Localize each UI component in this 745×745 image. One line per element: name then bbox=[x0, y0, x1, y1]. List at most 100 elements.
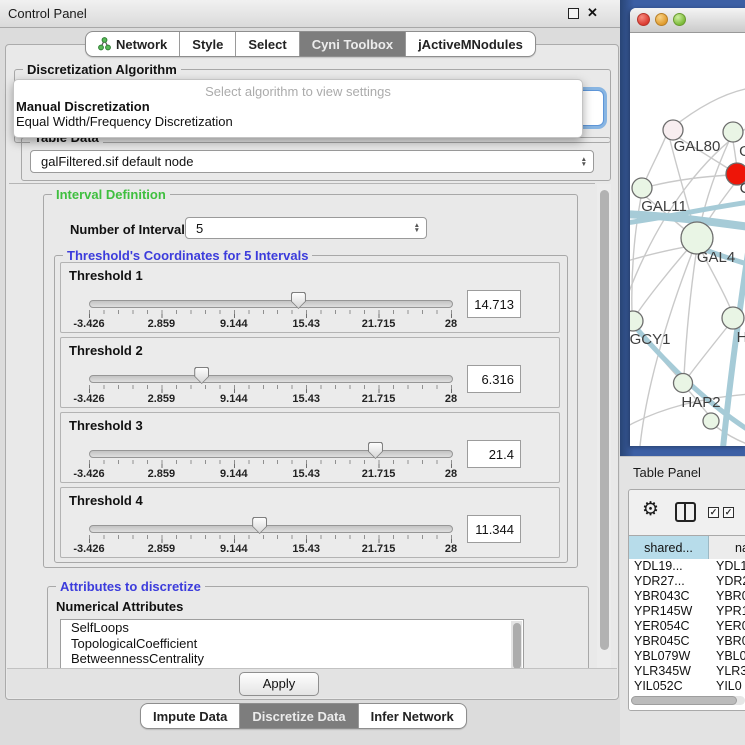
minimize-traffic-light-icon[interactable] bbox=[655, 13, 668, 26]
tab-impute-data[interactable]: Impute Data bbox=[141, 704, 239, 728]
table-cell: YDR2 bbox=[708, 574, 745, 589]
apply-bar: Apply bbox=[7, 668, 617, 698]
threshold-value-field[interactable]: 11.344 bbox=[467, 515, 521, 543]
table-row[interactable]: YBL079WYBL0 bbox=[629, 649, 745, 664]
network-node-h[interactable] bbox=[722, 307, 744, 329]
gear-icon[interactable]: ⚙ bbox=[642, 498, 659, 520]
network-node-hap2[interactable] bbox=[674, 374, 693, 393]
settings-scroll-viewport: Interval Definition Number of Intervals … bbox=[9, 183, 595, 670]
column-header-2[interactable]: na... bbox=[709, 536, 745, 559]
tab-jactivemnodules[interactable]: jActiveMNodules bbox=[405, 32, 535, 56]
discretization-algorithm-group-title: Discretization Algorithm bbox=[23, 62, 181, 77]
table-row[interactable]: YPR145WYPR1 bbox=[629, 604, 745, 619]
network-node-gcy1[interactable] bbox=[630, 311, 643, 331]
stepper-icon: ▲▼ bbox=[581, 157, 587, 167]
tab-infer-network[interactable]: Infer Network bbox=[358, 704, 466, 728]
network-canvas[interactable]: GAL80GCGAL11GAL4GCY1HHAP2 bbox=[630, 33, 745, 446]
table-row[interactable]: YIL052CYIL0 bbox=[629, 679, 745, 694]
slider-scale: -3.4262.8599.14415.4321.71528 bbox=[89, 468, 451, 480]
network-node[interactable] bbox=[703, 413, 719, 429]
tab-label: Cyni Toolbox bbox=[312, 37, 393, 52]
table-horizontal-scrollbar[interactable] bbox=[631, 696, 745, 705]
interval-definition-group: Interval Definition Number of Intervals … bbox=[43, 194, 578, 568]
checkbox-icon[interactable]: ✓ bbox=[723, 507, 734, 518]
network-edge[interactable] bbox=[715, 426, 745, 445]
tab-style[interactable]: Style bbox=[179, 32, 235, 56]
table-row[interactable]: YBR045CYBR0 bbox=[629, 634, 745, 649]
top-tab-bar: Network Style Select Cyni Toolbox jActiveMNo… bbox=[85, 31, 536, 57]
slider-tick-label: 28 bbox=[445, 318, 457, 330]
slider-tick-label: 15.43 bbox=[292, 468, 320, 480]
table-header-row: shared...na... bbox=[629, 535, 745, 560]
slider-tick-label: 28 bbox=[445, 543, 457, 555]
slider-tick-label: -3.426 bbox=[73, 318, 104, 330]
slider-tick-label: 9.144 bbox=[220, 393, 248, 405]
tab-cyni-toolbox[interactable]: Cyni Toolbox bbox=[299, 32, 405, 56]
tab-label: Style bbox=[192, 37, 223, 52]
column-header-1[interactable]: shared... bbox=[629, 536, 709, 559]
threshold-value-field[interactable]: 21.4 bbox=[467, 440, 521, 468]
table-row[interactable]: YER054CYER0 bbox=[629, 619, 745, 634]
checkbox-icon[interactable]: ✓ bbox=[708, 507, 719, 518]
network-icon bbox=[98, 37, 111, 51]
table-row[interactable]: YBR043CYBR0 bbox=[629, 589, 745, 604]
table-data-select[interactable]: galFiltered.sif default node ▲▼ bbox=[30, 150, 594, 173]
network-edge[interactable] bbox=[688, 326, 728, 377]
table-cell: YIL052C bbox=[629, 679, 708, 694]
stepper-icon: ▲▼ bbox=[414, 223, 420, 233]
network-edge[interactable] bbox=[684, 254, 696, 376]
number-of-intervals-select[interactable]: 5 ▲▼ bbox=[185, 217, 427, 239]
panel-scrollbar[interactable] bbox=[597, 184, 611, 668]
threshold-label: Threshold 4 bbox=[69, 493, 143, 508]
threshold-value-field[interactable]: 6.316 bbox=[467, 365, 521, 393]
network-node-g[interactable] bbox=[723, 122, 743, 142]
slider-track[interactable] bbox=[89, 300, 453, 308]
slider-track[interactable] bbox=[89, 450, 453, 458]
slider-tick-label: 21.715 bbox=[362, 393, 396, 405]
slider-tick-label: -3.426 bbox=[73, 393, 104, 405]
table-cell: YPR1 bbox=[708, 604, 745, 619]
network-node-gal80[interactable] bbox=[663, 120, 683, 140]
table-row[interactable]: YDR27...YDR2 bbox=[629, 574, 745, 589]
network-node-gal11[interactable] bbox=[632, 178, 652, 198]
close-traffic-light-icon[interactable] bbox=[637, 13, 650, 26]
threshold-value-field[interactable]: 14.713 bbox=[467, 290, 521, 318]
list-item-topologicalcoefficient[interactable]: TopologicalCoefficient bbox=[61, 636, 523, 652]
close-icon[interactable]: ✕ bbox=[587, 5, 598, 21]
threshold-block: Threshold 1-3.4262.8599.14415.4321.71528… bbox=[60, 262, 560, 333]
thresholds-group-title: Threshold's Coordinates for 5 Intervals bbox=[63, 248, 312, 263]
network-node-label: G bbox=[739, 143, 745, 160]
threshold-label: Threshold 1 bbox=[69, 268, 143, 283]
table-cell: YBL079W bbox=[629, 649, 708, 664]
algorithm-option-equal-width-frequency-discretization[interactable]: Equal Width/Frequency Discretization bbox=[14, 114, 582, 129]
tab-select[interactable]: Select bbox=[235, 32, 298, 56]
slider-ticks-minor bbox=[89, 310, 453, 314]
algorithm-option-manual-discretization[interactable]: Manual Discretization bbox=[14, 99, 582, 114]
table-cell: YDL1 bbox=[708, 559, 745, 574]
slider-track[interactable] bbox=[89, 375, 453, 383]
network-edge[interactable] bbox=[630, 246, 690, 262]
attributes-group-title: Attributes to discretize bbox=[56, 579, 205, 594]
slider-tick-label: 15.43 bbox=[292, 543, 320, 555]
slider-tick-label: 21.715 bbox=[362, 318, 396, 330]
attributes-list-scrollbar[interactable] bbox=[511, 621, 522, 670]
list-item-betweennesscentrality[interactable]: BetweennessCentrality bbox=[61, 651, 523, 667]
tab-network[interactable]: Network bbox=[86, 32, 179, 56]
threshold-block: Threshold 4-3.4262.8599.14415.4321.71528… bbox=[60, 487, 560, 558]
slider-ticks-minor bbox=[89, 385, 453, 389]
zoom-traffic-light-icon[interactable] bbox=[673, 13, 686, 26]
slider-tick-label: 2.859 bbox=[148, 393, 176, 405]
interval-definition-title: Interval Definition bbox=[52, 187, 170, 202]
tab-discretize-data[interactable]: Discretize Data bbox=[239, 704, 357, 728]
network-node-label: C bbox=[740, 180, 745, 197]
slider-ticks-minor bbox=[89, 535, 453, 539]
table-row[interactable]: YLR345WYLR3 bbox=[629, 664, 745, 679]
slider-tick-label: 28 bbox=[445, 468, 457, 480]
list-item-selfloops[interactable]: SelfLoops bbox=[61, 620, 523, 636]
columns-icon[interactable] bbox=[675, 502, 696, 522]
table-row[interactable]: YDL19...YDL1 bbox=[629, 559, 745, 574]
float-window-icon[interactable] bbox=[568, 8, 579, 19]
apply-button[interactable]: Apply bbox=[239, 672, 319, 696]
application-root: Control Panel ✕ NetworkStyleSelectCyni T… bbox=[0, 0, 745, 745]
slider-track[interactable] bbox=[89, 525, 453, 533]
